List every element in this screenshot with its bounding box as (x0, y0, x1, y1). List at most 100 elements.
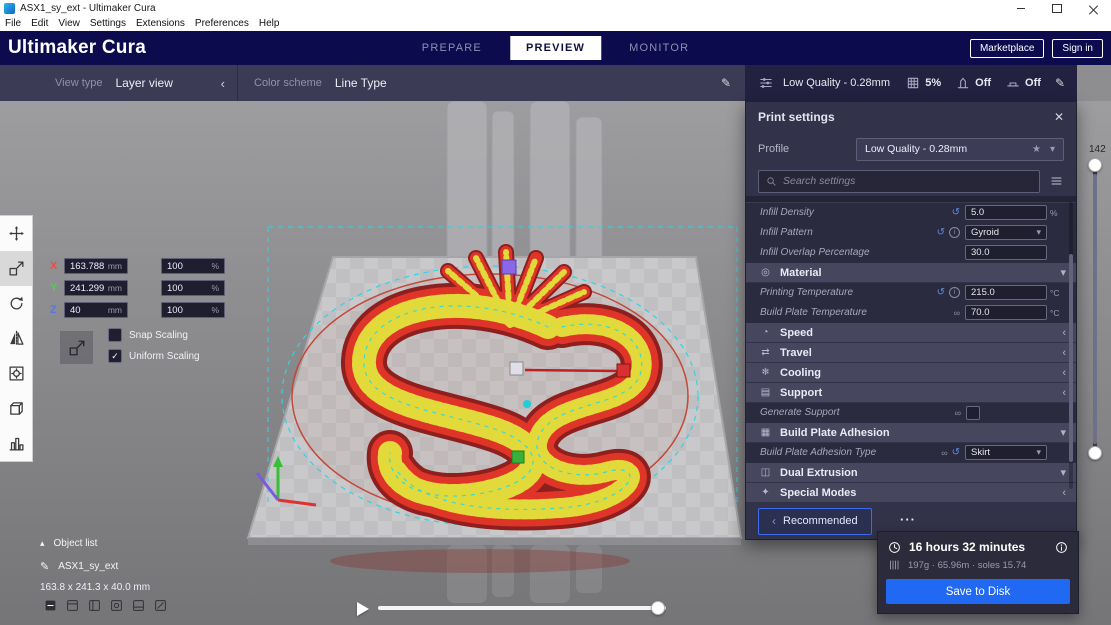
minimize-button[interactable] (1003, 0, 1039, 17)
scale-z-percent-input[interactable]: 100% (161, 302, 225, 318)
object-action-icon-3[interactable] (88, 599, 101, 612)
menu-bar: File Edit View Settings Extensions Preference… (0, 17, 1111, 31)
info-icon[interactable] (1055, 541, 1068, 554)
object-action-icon-6[interactable] (154, 599, 167, 612)
object-action-icon-5[interactable] (132, 599, 145, 612)
signin-button[interactable]: Sign in (1052, 38, 1103, 58)
save-to-disk-button[interactable]: Save to Disk (886, 579, 1070, 604)
layer-number: 142 (1089, 144, 1106, 155)
info-icon[interactable]: i (949, 287, 960, 298)
scale-y-percent-input[interactable]: 100% (161, 280, 225, 296)
print-settings-summary-bar[interactable]: Low Quality - 0.28mm 5% Off Off ✎ (745, 65, 1077, 101)
category-special-modes[interactable]: ✦ Special Modes ‹ (746, 483, 1076, 503)
menu-item-settings[interactable]: Settings (85, 17, 131, 31)
collapse-panel-icon[interactable]: ‹ (221, 76, 225, 91)
play-button[interactable] (357, 602, 369, 616)
menu-item-extensions[interactable]: Extensions (131, 17, 190, 31)
category-build-plate-adhesion[interactable]: ▦ Build Plate Adhesion ▾ (746, 423, 1076, 443)
setting-label: Infill Overlap Percentage (760, 247, 870, 258)
edit-settings-icon[interactable]: ✎ (1055, 76, 1065, 90)
category-support[interactable]: ▤ Support ‹ (746, 383, 1076, 403)
axis-z-label: Z (50, 304, 57, 316)
settings-menu-icon[interactable] (1049, 175, 1064, 187)
marketplace-button[interactable]: Marketplace (969, 38, 1045, 58)
snap-scaling-checkbox[interactable] (108, 328, 122, 342)
infill-density-input[interactable]: 5.0 (965, 205, 1047, 220)
menu-item-preferences[interactable]: Preferences (190, 17, 254, 31)
simulation-slider[interactable] (378, 601, 666, 615)
scale-tool-panel: X 163.788 mm 100% Y 241.299 mm 100% Z 40 mm 100% Sn… (50, 255, 270, 364)
generate-support-checkbox[interactable] (966, 405, 980, 420)
chevron-left-icon: ‹ (772, 514, 776, 528)
tab-preview[interactable]: PREVIEW (509, 36, 602, 60)
menu-item-help[interactable]: Help (254, 17, 285, 31)
scale-x-percent-input[interactable]: 100% (161, 258, 225, 274)
object-action-icon-1[interactable] (44, 599, 57, 612)
cura-app-icon (4, 3, 15, 14)
layer-slider-track[interactable] (1093, 164, 1097, 456)
more-options-icon[interactable]: ··· (900, 512, 916, 527)
scale-x-size-input[interactable]: 163.788 mm (64, 258, 128, 274)
setting-label: Generate Support (760, 407, 840, 418)
tab-prepare[interactable]: PREPARE (406, 36, 498, 60)
support-blocker-tool[interactable] (0, 391, 32, 426)
panel-close-icon[interactable]: ✕ (1054, 110, 1064, 124)
object-list-toggle[interactable]: ▴ Object list (40, 538, 97, 549)
scale-tool[interactable] (0, 251, 32, 286)
edit-view-icon[interactable]: ✎ (721, 76, 731, 90)
revert-icon[interactable]: ↺ (952, 207, 960, 218)
revert-icon[interactable]: ↺ (952, 447, 960, 458)
object-action-icon-2[interactable] (66, 599, 79, 612)
infill-overlap-percentage-input[interactable]: 30.0 (965, 245, 1047, 260)
move-tool[interactable] (0, 216, 32, 251)
category-dual-extrusion[interactable]: ◫ Dual Extrusion ▾ (746, 463, 1076, 483)
mirror-tool[interactable] (0, 321, 32, 356)
chevron-down-icon: ▾ (1036, 447, 1041, 457)
close-button[interactable] (1075, 0, 1111, 17)
category-cooling[interactable]: ❄ Cooling ‹ (746, 363, 1076, 383)
category-label: Material (780, 266, 822, 279)
category-travel[interactable]: ⇄ Travel ‹ (746, 343, 1076, 363)
maximize-button[interactable] (1039, 0, 1075, 17)
rename-icon[interactable]: ✎ (40, 560, 49, 573)
custom-tool[interactable] (0, 426, 32, 461)
profile-dropdown[interactable]: Low Quality - 0.28mm ★ ▾ (856, 137, 1064, 161)
object-action-icon-4[interactable] (110, 599, 123, 612)
setting-icons: ↺ i (937, 227, 960, 238)
category-label: Speed (780, 326, 814, 339)
layer-slider[interactable]: 142 (1086, 140, 1108, 475)
tab-monitor[interactable]: MONITOR (613, 36, 705, 60)
printing-temperature-input[interactable]: 215.0 (965, 285, 1047, 300)
mirror-tool-icon (8, 330, 25, 347)
menu-item-edit[interactable]: Edit (26, 17, 53, 31)
build-plate-temperature-input[interactable]: 70.0 (965, 305, 1047, 320)
unit: °C (1050, 307, 1060, 318)
revert-icon[interactable]: ↺ (937, 227, 945, 238)
recommended-button[interactable]: ‹ Recommended (758, 507, 872, 535)
revert-icon[interactable]: ↺ (937, 287, 945, 298)
category-speed[interactable]: ◔ Speed ‹ (746, 323, 1076, 343)
layer-slider-bottom-handle[interactable] (1088, 446, 1102, 460)
material-icon: ◎ (761, 267, 770, 278)
scale-axes: X 163.788 mm 100% Y 241.299 mm 100% Z 40 mm 100% (50, 255, 270, 321)
infill-pattern-dropdown[interactable]: Gyroid ▾ (965, 225, 1047, 240)
category-material[interactable]: ◎ Material ▾ (746, 263, 1076, 283)
rotate-tool[interactable] (0, 286, 32, 321)
build-plate-adhesion-type-dropdown[interactable]: Skirt ▾ (965, 445, 1047, 460)
layer-slider-top-handle[interactable] (1088, 158, 1102, 172)
per-model-settings-tool[interactable] (0, 356, 32, 391)
search-settings-input[interactable]: Search settings (758, 169, 1040, 193)
info-icon[interactable]: i (949, 227, 960, 238)
app-header: Ultimaker Cura PREPARE PREVIEW MONITOR Mar… (0, 31, 1111, 65)
scale-z-size-input[interactable]: 40 mm (64, 302, 128, 318)
menu-item-view[interactable]: View (53, 17, 85, 31)
settings-scrollbar[interactable] (1069, 202, 1073, 489)
simulation-slider-handle[interactable] (651, 601, 665, 615)
color-scheme-dropdown[interactable]: Line Type (335, 76, 387, 90)
star-icon[interactable]: ★ (1032, 144, 1041, 155)
unit: mm (107, 283, 122, 293)
uniform-scaling-checkbox[interactable]: ✓ (108, 349, 122, 363)
scale-y-size-input[interactable]: 241.299 mm (64, 280, 128, 296)
menu-item-file[interactable]: File (0, 17, 26, 31)
view-type-dropdown[interactable]: Layer view (116, 76, 173, 90)
